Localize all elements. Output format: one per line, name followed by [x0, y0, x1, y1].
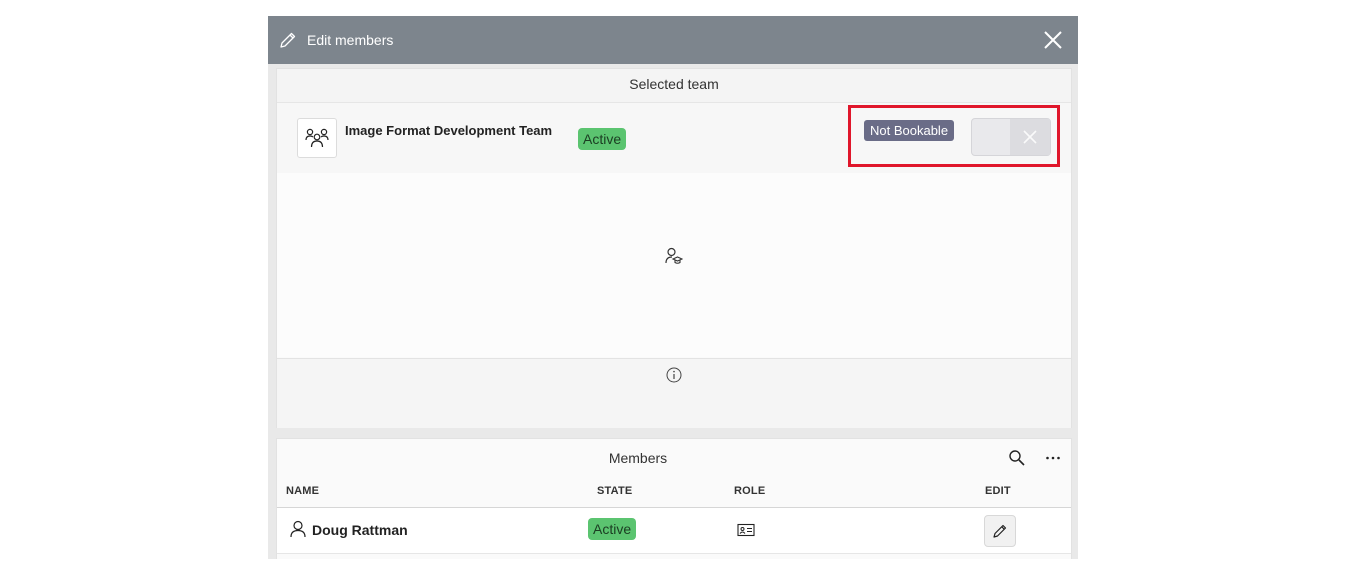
selected-team-card: Selected team Image Format Development T…	[276, 68, 1072, 428]
column-header-name[interactable]: NAME	[286, 485, 319, 497]
team-row: Image Format Development Team Active Not…	[277, 102, 1071, 174]
bookable-toggle[interactable]	[971, 118, 1051, 156]
column-header-edit: EDIT	[985, 485, 1011, 497]
edit-members-dialog: Edit members Selected team Image Format …	[268, 16, 1078, 559]
column-header-state[interactable]: STATE	[597, 485, 632, 497]
toggle-knob	[1010, 119, 1050, 155]
user-icon	[290, 520, 306, 538]
id-card-icon[interactable]	[737, 523, 755, 537]
empty-state-area	[277, 173, 1071, 357]
dialog-titlebar: Edit members	[268, 16, 1078, 64]
not-bookable-badge: Not Bookable	[864, 120, 955, 141]
dialog-title: Edit members	[307, 32, 394, 48]
search-icon[interactable]	[1008, 449, 1026, 467]
user-education-icon	[665, 247, 683, 264]
info-icon[interactable]	[666, 367, 682, 383]
team-status-badge: Active	[578, 128, 627, 150]
x-icon	[1023, 130, 1037, 144]
members-title: Members	[608, 450, 668, 466]
table-row[interactable]: Doug Rattman Active	[277, 508, 1071, 554]
column-header-role[interactable]: ROLE	[734, 485, 765, 497]
pencil-icon	[993, 524, 1007, 538]
edit-member-button[interactable]	[984, 515, 1016, 547]
member-name: Doug Rattman	[312, 522, 408, 538]
selected-team-header: Selected team	[277, 69, 1071, 102]
info-area	[277, 358, 1071, 428]
more-options-icon[interactable]	[1044, 449, 1062, 467]
team-avatar	[297, 118, 337, 158]
team-icon	[305, 128, 329, 148]
team-name: Image Format Development Team	[345, 123, 553, 138]
close-icon[interactable]	[1042, 29, 1064, 51]
member-state-badge: Active	[588, 518, 637, 540]
members-card: Members NAME STATE ROLE EDIT Doug Rattma…	[276, 438, 1072, 559]
pencil-icon	[280, 32, 296, 48]
